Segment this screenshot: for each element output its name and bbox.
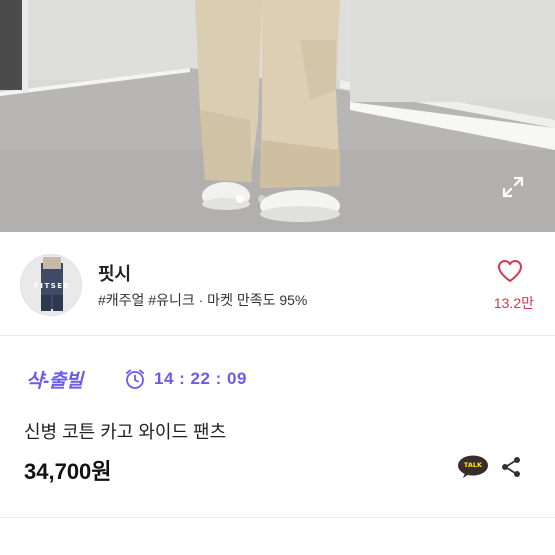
product-price: 34,700원 — [24, 459, 112, 484]
promo-badge: 샥-출빌 — [26, 371, 83, 392]
kakao-talk-button[interactable]: TALK — [457, 455, 489, 479]
expand-icon — [502, 176, 524, 198]
section-divider — [0, 517, 555, 518]
alarm-clock-icon — [126, 369, 144, 389]
countdown-timer: 14 : 22 : 09 — [124, 364, 247, 394]
countdown-text: 14 : 22 : 09 — [154, 369, 247, 388]
product-title: 신병 코튼 카고 와이드 팬츠 — [24, 422, 227, 442]
like-count: 13.2만 — [493, 295, 534, 311]
gallery-pagination — [0, 192, 555, 206]
seller-avatar-logo: FITSEE — [34, 282, 70, 290]
seller-name[interactable]: 핏시 — [98, 260, 131, 286]
heart-icon — [498, 260, 522, 282]
seller-tags: #캐주얼 #유니크 · 마켓 만족도 95% — [98, 292, 308, 308]
gallery-dot[interactable] — [258, 195, 266, 203]
seller-section[interactable]: FITSEE 핏시 #캐주얼 #유니크 · 마켓 만족도 95% 13.2만 — [0, 232, 555, 336]
kakao-talk-label: TALK — [463, 461, 483, 469]
expand-button[interactable] — [502, 176, 532, 206]
gallery-dot-active[interactable] — [236, 195, 244, 203]
product-image[interactable] — [0, 0, 555, 232]
share-button[interactable] — [498, 454, 524, 480]
share-icon — [502, 457, 520, 477]
like-button[interactable] — [495, 257, 525, 285]
seller-avatar[interactable]: FITSEE — [20, 254, 82, 316]
